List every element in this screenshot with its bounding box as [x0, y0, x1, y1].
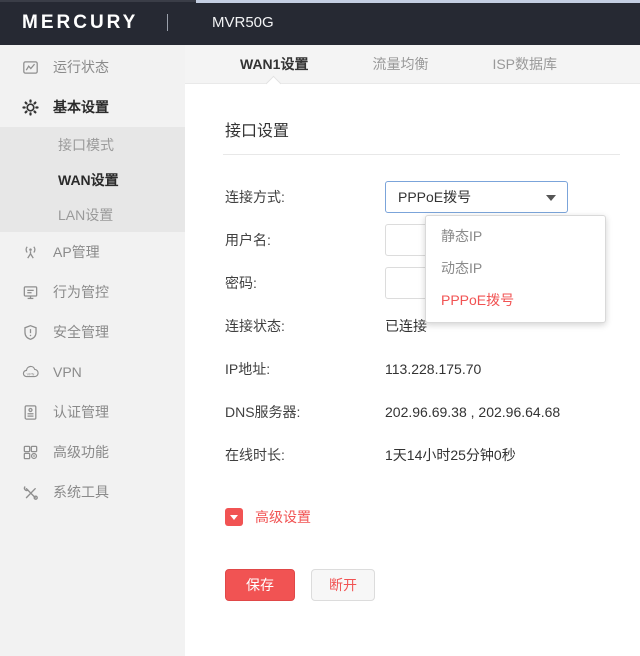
sidebar-submenu-basic-settings: 接口模式 WAN设置 LAN设置	[0, 127, 185, 232]
sidebar-item-label: AP管理	[53, 242, 100, 262]
active-tab-notch	[266, 76, 282, 92]
window-edge-strip	[196, 0, 640, 3]
connection-status-label: 连接状态:	[225, 316, 385, 336]
sidebar-subitem-label: WAN设置	[58, 170, 119, 190]
sidebar-item-label: 认证管理	[53, 402, 109, 422]
tab-wan1-settings[interactable]: WAN1设置	[240, 54, 308, 74]
save-button[interactable]: 保存	[225, 569, 295, 601]
vpn-cloud-icon: VPN	[22, 364, 39, 381]
sidebar: 运行状态 基本设置 接口模式 WAN设置 LAN设置 AP管理	[0, 45, 185, 656]
disconnect-button[interactable]: 断开	[311, 569, 375, 601]
dns-server-value: 202.96.69.38 , 202.96.64.68	[385, 404, 560, 420]
sidebar-item-label: 系统工具	[53, 482, 109, 502]
sidebar-item-ap-management[interactable]: AP管理	[0, 232, 185, 272]
interface-settings-form: 连接方式: PPPoE拨号 静态IP 动态IP PPPoE拨号 用户名: 密码:	[225, 181, 640, 601]
connection-type-dropdown: 静态IP 动态IP PPPoE拨号	[425, 215, 606, 323]
sidebar-item-security-management[interactable]: 安全管理	[0, 312, 185, 352]
topbar: MERCURY MVR50G	[0, 0, 640, 45]
badge-icon	[22, 404, 39, 421]
shield-icon	[22, 324, 39, 341]
connection-type-selected-value: PPPoE拨号	[398, 187, 471, 207]
sidebar-item-running-status[interactable]: 运行状态	[0, 47, 185, 87]
sidebar-item-label: 安全管理	[53, 322, 109, 342]
uptime-label: 在线时长:	[225, 445, 385, 465]
uptime-row: 在线时长: 1天14小时25分钟0秒	[225, 439, 640, 471]
password-label: 密码:	[225, 273, 385, 293]
behavior-icon	[22, 284, 39, 301]
main-content: WAN1设置 流量均衡 ISP数据库 接口设置 连接方式: PPPoE拨号 静态…	[185, 45, 640, 656]
brand-logo: MERCURY	[22, 12, 167, 34]
sidebar-item-advanced-functions[interactable]: 高级功能	[0, 432, 185, 472]
dropdown-option-static-ip[interactable]: 静态IP	[426, 220, 605, 252]
sidebar-item-wan-settings[interactable]: WAN设置	[0, 162, 185, 197]
sidebar-item-label: 行为管控	[53, 282, 109, 302]
sidebar-item-basic-settings[interactable]: 基本设置	[0, 87, 185, 127]
tab-isp-database[interactable]: ISP数据库	[492, 54, 557, 74]
section-divider	[223, 154, 620, 155]
connection-type-label: 连接方式:	[225, 187, 385, 207]
dropdown-option-dynamic-ip[interactable]: 动态IP	[426, 252, 605, 284]
sidebar-item-label: 高级功能	[53, 442, 109, 462]
advanced-settings-label: 高级设置	[255, 507, 311, 527]
sidebar-subitem-label: LAN设置	[58, 205, 113, 225]
sidebar-item-interface-mode[interactable]: 接口模式	[0, 127, 185, 162]
connection-type-row: 连接方式: PPPoE拨号	[225, 181, 640, 213]
topbar-divider	[167, 14, 168, 31]
tab-bar: WAN1设置 流量均衡 ISP数据库	[185, 45, 640, 84]
advanced-toggle-icon	[225, 508, 243, 526]
advanced-settings-toggle[interactable]: 高级设置	[225, 507, 640, 527]
gear-icon	[22, 99, 39, 116]
tab-traffic-balance[interactable]: 流量均衡	[372, 54, 428, 74]
uptime-value: 1天14小时25分钟0秒	[385, 445, 516, 465]
sidebar-item-system-tools[interactable]: 系统工具	[0, 472, 185, 512]
ip-address-label: IP地址:	[225, 359, 385, 379]
dns-server-label: DNS服务器:	[225, 402, 385, 422]
sidebar-item-label: 基本设置	[53, 97, 109, 117]
ap-icon	[22, 244, 39, 261]
sidebar-item-label: 运行状态	[53, 57, 109, 77]
svg-text:VPN: VPN	[27, 372, 35, 376]
status-icon	[22, 59, 39, 76]
dropdown-option-pppoe[interactable]: PPPoE拨号	[426, 284, 605, 316]
sidebar-item-vpn[interactable]: VPN VPN	[0, 352, 185, 392]
sidebar-item-lan-settings[interactable]: LAN设置	[0, 197, 185, 232]
tools-icon	[22, 484, 39, 501]
sidebar-item-auth-management[interactable]: 认证管理	[0, 392, 185, 432]
ip-address-row: IP地址: 113.228.175.70	[225, 353, 640, 385]
chevron-down-icon	[546, 195, 556, 201]
page-title: 接口设置	[225, 117, 640, 141]
connection-type-select[interactable]: PPPoE拨号	[385, 181, 568, 213]
sidebar-subitem-label: 接口模式	[58, 135, 114, 155]
sidebar-item-label: VPN	[53, 364, 82, 380]
ip-address-value: 113.228.175.70	[385, 361, 481, 377]
connection-status-value: 已连接	[385, 316, 427, 336]
modules-icon	[22, 444, 39, 461]
dns-server-row: DNS服务器: 202.96.69.38 , 202.96.64.68	[225, 396, 640, 428]
username-label: 用户名:	[225, 230, 385, 250]
form-actions: 保存 断开	[225, 569, 640, 601]
sidebar-item-behavior-control[interactable]: 行为管控	[0, 272, 185, 312]
device-model: MVR50G	[212, 14, 274, 31]
window-edge-strip	[0, 0, 196, 2]
